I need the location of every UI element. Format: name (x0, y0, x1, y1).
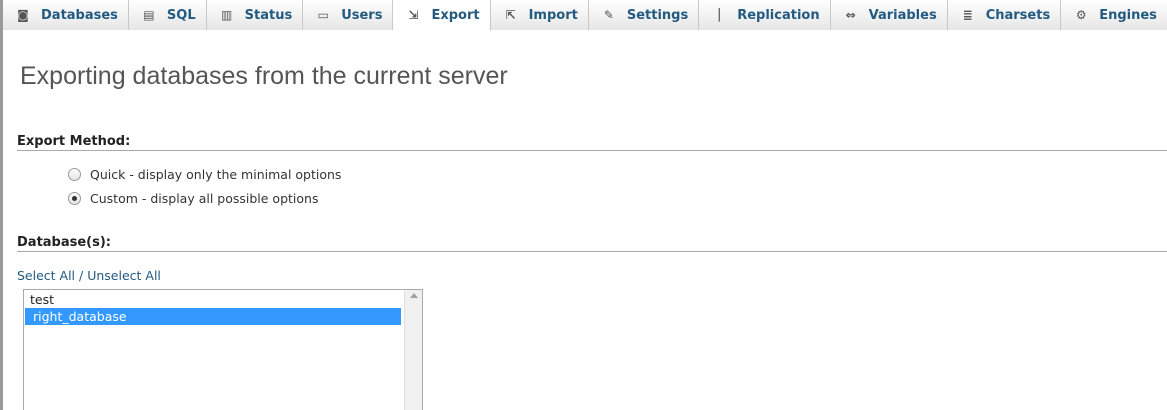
left-border (0, 0, 3, 410)
tab-sql[interactable]: ▤ SQL (128, 0, 207, 30)
select-all-link[interactable]: Select All (17, 268, 75, 283)
database-icon: ◙ (17, 8, 29, 22)
tab-label: Variables (868, 7, 937, 23)
tab-databases[interactable]: ◙ Databases (3, 0, 129, 30)
tab-label: Settings (626, 7, 689, 23)
tab-label: Status (244, 7, 293, 23)
export-method-header: Export Method: (17, 134, 1167, 151)
link-separator: / (75, 268, 88, 283)
charsets-icon: ≣ (962, 8, 973, 22)
top-tab-bar: ◙ Databases ▤ SQL ▥ Status ▭ Users ⇲ Export ⇱… (3, 0, 1167, 31)
quick-label[interactable]: Quick - display only the minimal options (90, 167, 341, 182)
quick-option[interactable]: Quick - display only the minimal options (68, 167, 341, 182)
tab-label: Export (431, 7, 480, 23)
users-icon: ▭ (317, 8, 329, 22)
scroll-up-arrow-icon[interactable] (410, 293, 418, 298)
page-title: Exporting databases from the current ser… (20, 62, 508, 90)
tab-label: Engines (1099, 7, 1157, 23)
sql-icon: ▤ (143, 8, 155, 22)
tab-status[interactable]: ▥ Status (206, 0, 304, 30)
tab-label: Databases (41, 7, 118, 23)
variables-icon: ⇔ (845, 8, 856, 22)
replication-icon: ⏐ (715, 7, 723, 22)
tab-label: Replication (737, 7, 820, 23)
database-listbox[interactable]: test right_database (23, 289, 423, 410)
tab-export[interactable]: ⇲ Export (393, 0, 491, 31)
tab-import[interactable]: ⇱ Import (490, 0, 589, 30)
engines-icon: ⚙ (1075, 8, 1087, 22)
list-item[interactable]: test (25, 291, 401, 308)
custom-radio[interactable] (68, 192, 81, 205)
tab-label: Charsets (985, 7, 1051, 23)
wrench-icon: ✎ (603, 8, 614, 22)
import-icon: ⇱ (505, 8, 516, 22)
select-links: Select All / Unselect All (17, 268, 161, 283)
tab-label: Users (341, 7, 383, 23)
unselect-all-link[interactable]: Unselect All (87, 268, 161, 283)
tab-replication[interactable]: ⏐ Replication (699, 0, 831, 30)
quick-radio[interactable] (68, 168, 81, 181)
tab-variables[interactable]: ⇔ Variables (830, 0, 948, 30)
tab-label: Import (528, 7, 578, 23)
custom-label[interactable]: Custom - display all possible options (90, 191, 318, 206)
tab-engines[interactable]: ⚙ Engines (1061, 0, 1167, 30)
custom-option[interactable]: Custom - display all possible options (68, 191, 318, 206)
tab-settings[interactable]: ✎ Settings (588, 0, 700, 30)
export-icon: ⇲ (408, 8, 419, 22)
status-icon: ▥ (220, 8, 233, 22)
listbox-scrollbar[interactable] (404, 290, 422, 410)
databases-header: Database(s): (17, 235, 1167, 252)
tab-users[interactable]: ▭ Users (303, 0, 394, 30)
tab-charsets[interactable]: ≣ Charsets (947, 0, 1062, 30)
list-item-selected[interactable]: right_database (25, 308, 401, 325)
tab-label: SQL (166, 7, 196, 23)
